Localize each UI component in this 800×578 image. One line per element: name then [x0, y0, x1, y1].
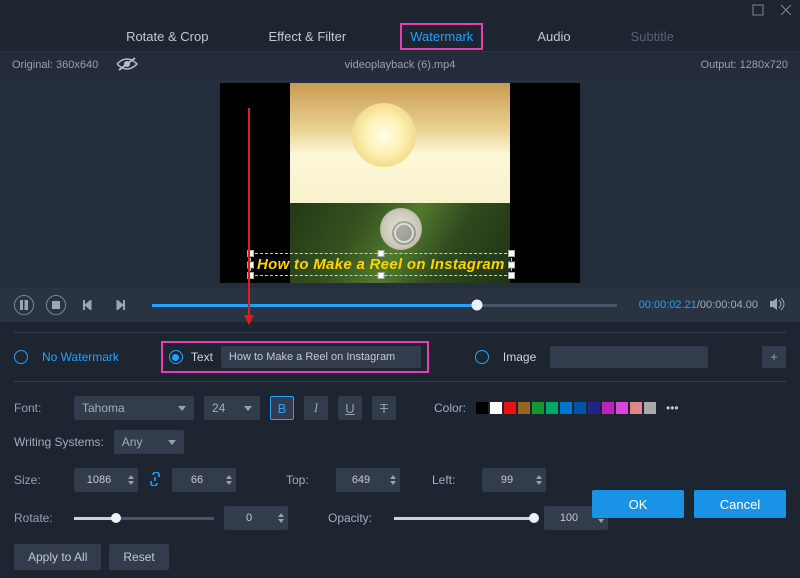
info-bar: Original: 360x640 videoplayback (6).mp4 …: [0, 52, 800, 78]
timeline-slider[interactable]: [152, 304, 617, 307]
color-swatch[interactable]: [644, 402, 656, 414]
color-swatch[interactable]: [574, 402, 586, 414]
play-overlay-icon[interactable]: [392, 221, 416, 245]
color-swatch[interactable]: [532, 402, 544, 414]
size-label: Size:: [14, 473, 64, 487]
text-watermark-group: Text: [161, 341, 429, 373]
prev-frame-button[interactable]: [78, 295, 98, 315]
color-swatch[interactable]: [546, 402, 558, 414]
watermark-overlay-text: How to Make a Reel on Instagram: [257, 256, 505, 273]
top-spinner[interactable]: [336, 468, 400, 492]
rotate-slider[interactable]: [74, 517, 214, 520]
tab-subtitle[interactable]: Subtitle: [625, 29, 680, 44]
rotate-label: Rotate:: [14, 511, 64, 525]
annotation-arrow: [248, 108, 250, 324]
titlebar: [0, 0, 800, 22]
watermark-type-row: No Watermark Text Image +: [14, 332, 786, 382]
writing-systems-label: Writing Systems:: [14, 435, 104, 449]
tab-rotate-crop[interactable]: Rotate & Crop: [120, 29, 214, 44]
font-row: Font: Tahoma 24 B I U T Color: ••• Writi…: [14, 396, 786, 454]
tabs: Rotate & Crop Effect & Filter Watermark …: [0, 22, 800, 52]
color-swatch[interactable]: [476, 402, 488, 414]
cancel-button[interactable]: Cancel: [694, 490, 786, 518]
playback-controls: 00:00:02.21/00:00:04.00: [0, 288, 800, 322]
color-swatch[interactable]: [560, 402, 572, 414]
color-swatch[interactable]: [518, 402, 530, 414]
preview-area: How to Make a Reel on Instagram: [0, 78, 800, 288]
color-swatch[interactable]: [490, 402, 502, 414]
color-swatches: [476, 402, 656, 414]
output-dims: Output: 1280x720: [701, 59, 788, 71]
radio-no-watermark-label: No Watermark: [42, 350, 119, 364]
close-icon[interactable]: [780, 4, 792, 19]
watermark-overlay[interactable]: How to Make a Reel on Instagram: [250, 253, 512, 276]
color-swatch[interactable]: [504, 402, 516, 414]
color-swatch[interactable]: [588, 402, 600, 414]
apply-all-button[interactable]: Apply to All: [14, 544, 101, 570]
opacity-slider[interactable]: [394, 517, 534, 520]
bold-button[interactable]: B: [270, 396, 294, 420]
watermark-text-input[interactable]: [221, 346, 421, 368]
left-label: Left:: [432, 473, 472, 487]
radio-no-watermark[interactable]: [14, 350, 28, 364]
original-dims: Original: 360x640: [12, 59, 98, 71]
color-swatch[interactable]: [602, 402, 614, 414]
volume-icon[interactable]: [770, 297, 786, 314]
tab-effect-filter[interactable]: Effect & Filter: [262, 29, 352, 44]
opacity-label: Opacity:: [328, 511, 384, 525]
stop-button[interactable]: [46, 295, 66, 315]
watermark-panel: No Watermark Text Image + Font: Tahoma 2…: [0, 322, 800, 578]
radio-text-label: Text: [191, 350, 213, 364]
font-family-select[interactable]: Tahoma: [74, 396, 194, 420]
next-frame-button[interactable]: [110, 295, 130, 315]
more-colors-icon[interactable]: •••: [666, 401, 679, 415]
color-swatch[interactable]: [630, 402, 642, 414]
strikethrough-button[interactable]: T: [372, 396, 396, 420]
radio-image[interactable]: [475, 350, 489, 364]
underline-button[interactable]: U: [338, 396, 362, 420]
reset-button[interactable]: Reset: [109, 544, 168, 570]
rotate-spinner[interactable]: [224, 506, 288, 530]
color-swatch[interactable]: [616, 402, 628, 414]
maximize-icon[interactable]: [752, 4, 764, 19]
tab-watermark[interactable]: Watermark: [400, 23, 483, 50]
radio-text[interactable]: [169, 350, 183, 364]
width-spinner[interactable]: [74, 468, 138, 492]
watermark-image-input[interactable]: [550, 346, 708, 368]
time-display: 00:00:02.21/00:00:04.00: [639, 299, 758, 311]
add-image-button[interactable]: +: [762, 346, 786, 368]
video-preview[interactable]: How to Make a Reel on Instagram: [220, 83, 580, 283]
tab-audio[interactable]: Audio: [531, 29, 576, 44]
font-size-select[interactable]: 24: [204, 396, 260, 420]
footer-buttons: OK Cancel: [592, 490, 786, 518]
size-row: Size: Top: Left:: [14, 468, 786, 492]
height-spinner[interactable]: [172, 468, 236, 492]
preview-toggle-icon[interactable]: [116, 57, 138, 74]
writing-systems-select[interactable]: Any: [114, 430, 184, 454]
radio-image-label: Image: [503, 350, 536, 364]
link-aspect-icon[interactable]: [148, 472, 162, 489]
action-buttons: Apply to All Reset: [14, 544, 786, 570]
play-button[interactable]: [14, 295, 34, 315]
ok-button[interactable]: OK: [592, 490, 684, 518]
italic-button[interactable]: I: [304, 396, 328, 420]
color-label: Color:: [434, 401, 466, 415]
font-label: Font:: [14, 401, 64, 415]
left-spinner[interactable]: [482, 468, 546, 492]
top-label: Top:: [286, 473, 326, 487]
